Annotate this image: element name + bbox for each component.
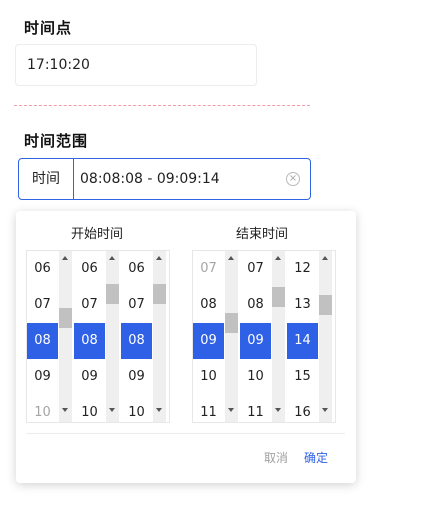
popup-footer-divider [26, 433, 345, 434]
start-hour-option[interactable]: 09 [27, 359, 58, 395]
start-time-panel: 06 07 08 09 10 06 07 08 09 10 06 07 08 0… [26, 250, 170, 423]
start-hour-option[interactable]: 10 [27, 395, 58, 422]
start-minute-scrollbar[interactable] [106, 251, 119, 422]
time-point-label: 时间点 [24, 19, 73, 37]
end-second-option-selected[interactable]: 14 [287, 323, 318, 359]
end-minute-option[interactable]: 08 [240, 287, 271, 323]
scroll-thumb[interactable] [272, 287, 285, 307]
scroll-thumb[interactable] [319, 295, 332, 315]
start-second-column: 06 07 08 09 10 [121, 251, 167, 422]
end-hour-option[interactable]: 07 [193, 251, 224, 287]
start-time-title: 开始时间 [71, 227, 124, 242]
time-range-prefix: 时间 [19, 159, 74, 199]
end-hour-scrollbar[interactable] [225, 251, 238, 422]
time-point-value: 17:10:20 [27, 57, 90, 73]
start-hour-option[interactable]: 06 [27, 251, 58, 287]
end-second-scrollbar[interactable] [319, 251, 332, 422]
end-hour-option-selected[interactable]: 09 [193, 323, 224, 359]
start-second-option[interactable]: 09 [121, 359, 152, 395]
triangle-down-icon[interactable] [156, 408, 162, 412]
start-hour-column: 06 07 08 09 10 [27, 251, 73, 422]
start-minute-option[interactable]: 07 [74, 287, 105, 323]
start-minute-option[interactable]: 09 [74, 359, 105, 395]
triangle-up-icon[interactable] [109, 256, 115, 260]
start-second-scrollbar[interactable] [153, 251, 166, 422]
time-range-input[interactable]: 时间 08:08:08 - 09:09:14 × [18, 158, 311, 200]
end-time-panel: 07 08 09 10 11 07 08 09 10 11 12 13 14 1… [192, 250, 336, 423]
end-minute-option[interactable]: 10 [240, 359, 271, 395]
triangle-up-icon[interactable] [62, 256, 68, 260]
triangle-up-icon[interactable] [322, 256, 328, 260]
end-hour-option[interactable]: 11 [193, 395, 224, 422]
scroll-thumb[interactable] [59, 308, 72, 328]
start-minute-column: 06 07 08 09 10 [74, 251, 120, 422]
clear-icon[interactable]: × [286, 172, 300, 186]
end-minute-column: 07 08 09 10 11 [240, 251, 286, 422]
confirm-button[interactable]: 确定 [304, 449, 328, 466]
scroll-thumb[interactable] [153, 284, 166, 304]
time-range-value: 08:08:08 - 09:09:14 [80, 171, 220, 187]
cancel-button[interactable]: 取消 [264, 449, 288, 466]
start-second-option[interactable]: 10 [121, 395, 152, 422]
time-point-input[interactable]: 17:10:20 [15, 44, 257, 86]
end-hour-option[interactable]: 08 [193, 287, 224, 323]
start-minute-option[interactable]: 10 [74, 395, 105, 422]
end-hour-column: 07 08 09 10 11 [193, 251, 239, 422]
start-second-option[interactable]: 07 [121, 287, 152, 323]
end-second-column: 12 13 14 15 16 [287, 251, 333, 422]
triangle-up-icon[interactable] [228, 256, 234, 260]
end-second-option[interactable]: 15 [287, 359, 318, 395]
end-minute-option[interactable]: 11 [240, 395, 271, 422]
end-minute-option[interactable]: 07 [240, 251, 271, 287]
triangle-down-icon[interactable] [322, 408, 328, 412]
time-range-popup: 开始时间 结束时间 06 07 08 09 10 06 07 08 09 10 [16, 211, 356, 483]
triangle-down-icon[interactable] [62, 408, 68, 412]
end-second-option[interactable]: 13 [287, 287, 318, 323]
end-time-title: 结束时间 [236, 227, 289, 242]
time-range-label: 时间范围 [24, 132, 89, 150]
start-minute-option-selected[interactable]: 08 [74, 323, 105, 359]
scroll-thumb[interactable] [225, 313, 238, 333]
end-second-option[interactable]: 16 [287, 395, 318, 422]
triangle-up-icon[interactable] [156, 256, 162, 260]
start-second-option[interactable]: 06 [121, 251, 152, 287]
start-second-option-selected[interactable]: 08 [121, 323, 152, 359]
triangle-down-icon[interactable] [228, 408, 234, 412]
end-hour-option[interactable]: 10 [193, 359, 224, 395]
triangle-down-icon[interactable] [109, 408, 115, 412]
start-hour-scrollbar[interactable] [59, 251, 72, 422]
start-hour-option[interactable]: 07 [27, 287, 58, 323]
start-hour-option-selected[interactable]: 08 [27, 323, 58, 359]
triangle-up-icon[interactable] [275, 256, 281, 260]
start-minute-option[interactable]: 06 [74, 251, 105, 287]
end-minute-scrollbar[interactable] [272, 251, 285, 422]
end-minute-option-selected[interactable]: 09 [240, 323, 271, 359]
end-second-option[interactable]: 12 [287, 251, 318, 287]
triangle-down-icon[interactable] [275, 408, 281, 412]
dashed-divider [14, 105, 310, 106]
scroll-thumb[interactable] [106, 284, 119, 304]
